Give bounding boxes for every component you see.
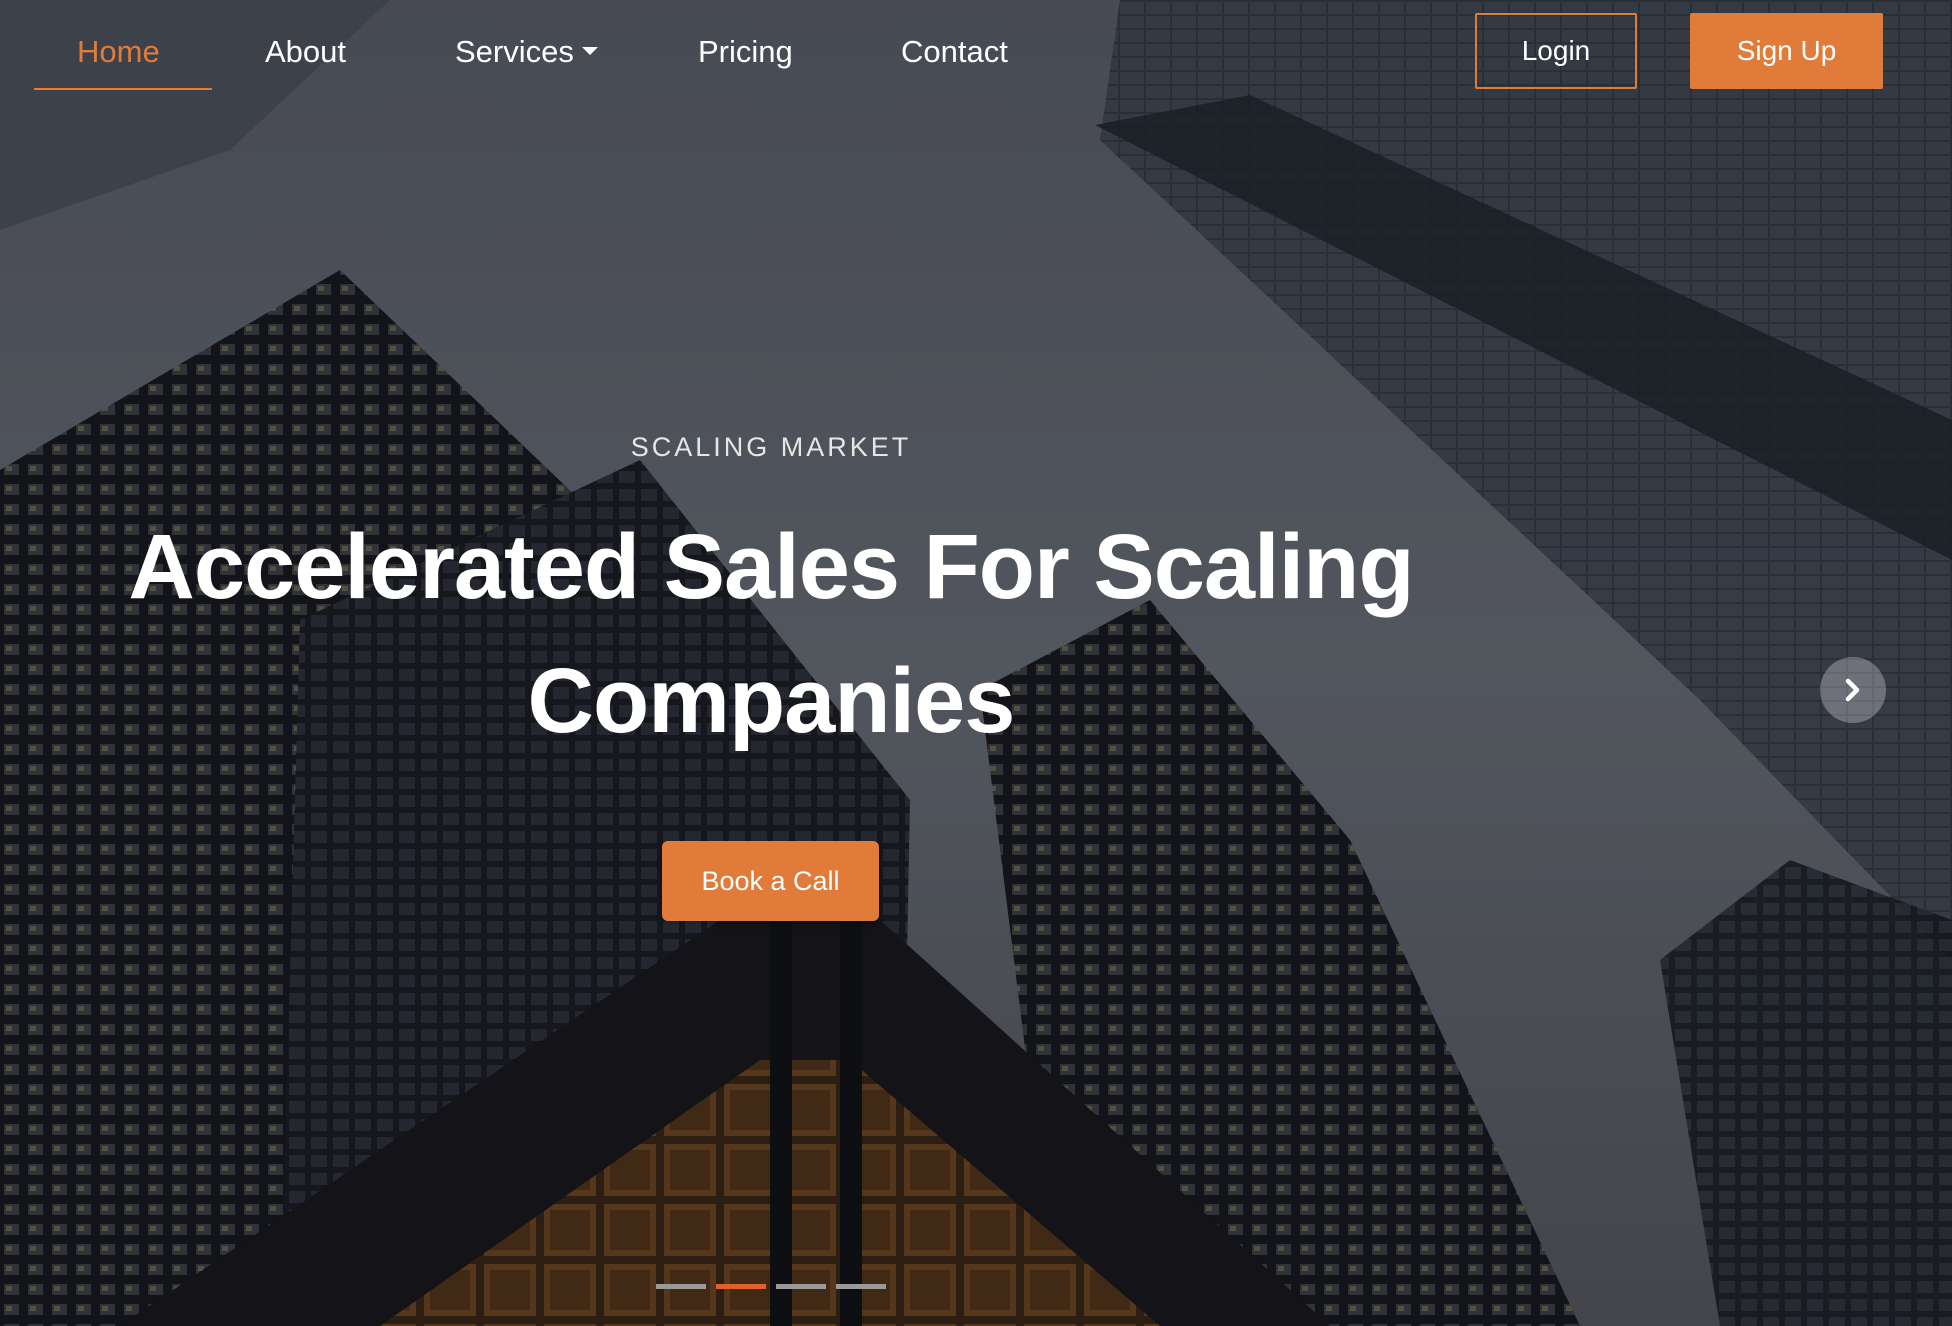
chevron-right-icon (1845, 678, 1860, 702)
nav-link-pricing[interactable]: Pricing (698, 30, 793, 74)
login-button[interactable]: Login (1475, 13, 1637, 89)
hero-headline-line2: Companies (527, 650, 1016, 752)
carousel-indicator-3[interactable] (776, 1284, 826, 1289)
hero-section: Home About Services Pricing Contact Logi… (0, 0, 1952, 1326)
hero-eyebrow: SCALING MARKET (630, 432, 912, 462)
book-call-button[interactable]: Book a Call (662, 841, 879, 921)
nav-link-home[interactable]: Home (77, 30, 160, 74)
carousel-indicator-1[interactable] (656, 1284, 706, 1289)
hero-headline-line1: Accelerated Sales For Scaling (128, 516, 1414, 618)
top-navbar: Home About Services Pricing Contact Logi… (0, 0, 1952, 104)
caret-down-icon (581, 46, 598, 55)
signup-button[interactable]: Sign Up (1690, 13, 1883, 89)
nav-link-contact[interactable]: Contact (901, 30, 1008, 74)
carousel-indicator-4[interactable] (836, 1284, 886, 1289)
nav-link-about[interactable]: About (265, 30, 346, 74)
hero-headline: Accelerated Sales For Scaling Companies (90, 500, 1452, 768)
nav-link-services[interactable]: Services (455, 30, 598, 74)
nav-active-underline (34, 88, 212, 90)
carousel-indicator-2[interactable] (716, 1284, 766, 1289)
nav-link-services-label: Services (455, 34, 574, 69)
carousel-next-button[interactable] (1820, 657, 1886, 723)
